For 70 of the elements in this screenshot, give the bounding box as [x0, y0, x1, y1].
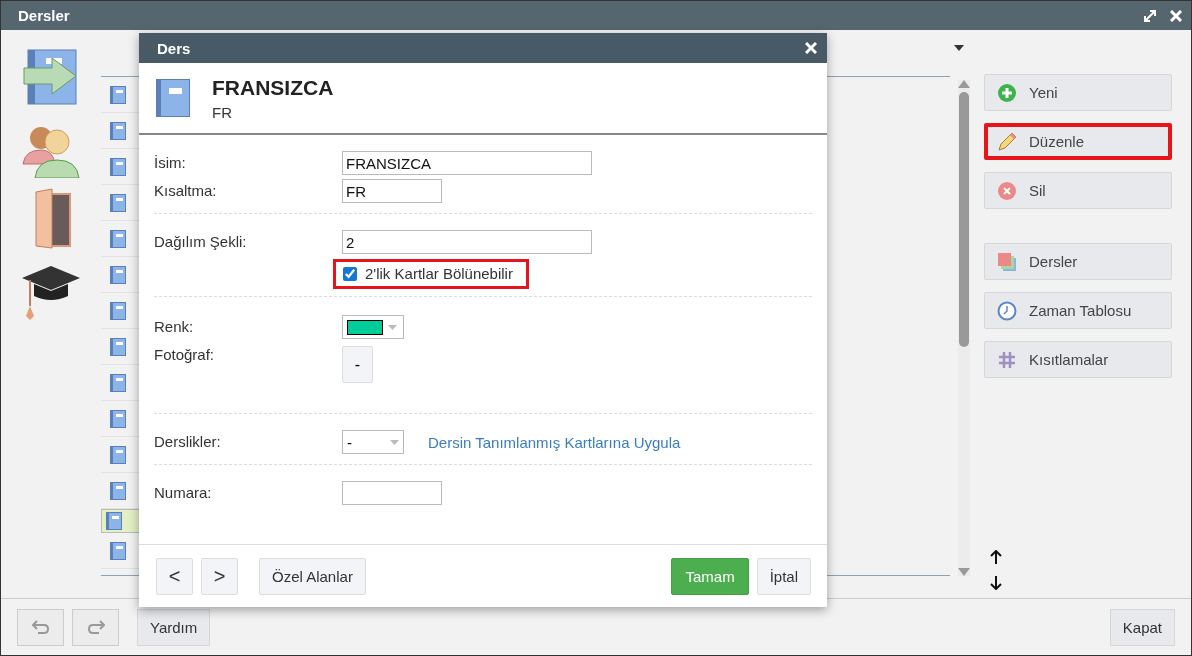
book-icon	[110, 229, 126, 248]
dropdown-caret-icon[interactable]	[954, 45, 964, 51]
checkbox-label: 2'lik Kartlar Bölünebilir	[365, 265, 513, 282]
book-icon	[110, 301, 126, 320]
caret-icon	[390, 439, 399, 445]
book-icon	[110, 121, 126, 140]
color-select[interactable]	[342, 315, 404, 339]
book-icon	[110, 265, 126, 284]
field-label: Renk:	[154, 318, 194, 335]
constraints-button[interactable]: Kısıtlamalar	[984, 341, 1172, 378]
text-field[interactable]	[342, 481, 442, 505]
cancel-button[interactable]: İptal	[756, 557, 811, 595]
text-field[interactable]: 2	[342, 230, 592, 254]
book-icon	[110, 541, 126, 560]
apply-link[interactable]: Dersin Tanımlanmış Kartlarına Uygula	[428, 433, 681, 451]
new-button[interactable]: Yeni	[984, 74, 1172, 111]
redo-icon	[86, 620, 105, 634]
dialog-title: Ders	[157, 39, 191, 57]
book-icon	[110, 409, 126, 428]
plus-icon	[997, 82, 1017, 103]
expand-icon[interactable]	[1144, 9, 1156, 22]
lesson-short-name: FR	[212, 103, 233, 121]
text-field[interactable]: FRANSIZCA	[342, 151, 592, 175]
lessons-button[interactable]: Dersler	[984, 243, 1172, 280]
book-icon	[110, 337, 126, 356]
undo-icon	[31, 620, 50, 634]
timetable-button[interactable]: Zaman Tablosu	[984, 292, 1172, 329]
book-icon	[110, 445, 126, 464]
close-icon[interactable]	[805, 42, 817, 54]
book-icon	[110, 193, 126, 212]
field-label: Fotoğraf:	[154, 346, 215, 363]
lesson-name: FRANSIZCA	[212, 75, 334, 100]
custom-fields-button[interactable]: Özel Alanlar	[259, 557, 366, 595]
scroll-up-icon[interactable]	[958, 80, 970, 88]
pencil-icon	[997, 131, 1017, 152]
delete-icon	[997, 180, 1017, 201]
clock-icon	[997, 300, 1017, 321]
caret-icon	[388, 324, 397, 330]
undo-button[interactable]	[17, 608, 64, 646]
scrollbar[interactable]	[958, 80, 970, 576]
hash-icon	[997, 349, 1017, 370]
nav-button[interactable]: >	[201, 557, 238, 595]
move-up-icon[interactable]	[990, 550, 1002, 564]
book-icon	[110, 85, 126, 104]
scroll-down-icon[interactable]	[958, 568, 970, 576]
field-label: İsim:	[154, 154, 186, 171]
redo-button[interactable]	[72, 608, 119, 646]
close-button[interactable]: Kapat	[1109, 608, 1175, 646]
stacked-squares-icon	[997, 251, 1017, 272]
book-icon	[110, 481, 126, 500]
field-label: Numara:	[154, 484, 212, 501]
text-field[interactable]: FR	[342, 179, 442, 203]
photo-button[interactable]: -	[342, 346, 373, 383]
checkbox[interactable]	[343, 266, 357, 281]
book-icon	[110, 373, 126, 392]
classroom-select[interactable]: -	[342, 430, 404, 454]
field-label: Dağılım Şekli:	[154, 233, 247, 250]
book-icon	[106, 512, 122, 530]
field-label: Kısaltma:	[154, 182, 217, 199]
delete-button[interactable]: Sil	[984, 172, 1172, 209]
field-label: Derslikler:	[154, 433, 221, 450]
close-icon[interactable]	[1170, 9, 1182, 22]
book-arrow-icon[interactable]	[22, 48, 80, 108]
nav-button[interactable]: <	[156, 557, 193, 595]
edit-button[interactable]: Düzenle	[984, 123, 1172, 160]
help-button[interactable]: Yardım	[137, 608, 211, 646]
window-title: Dersler	[18, 7, 70, 24]
move-down-icon[interactable]	[990, 576, 1002, 590]
book-icon	[110, 157, 126, 176]
book-icon	[156, 79, 190, 117]
